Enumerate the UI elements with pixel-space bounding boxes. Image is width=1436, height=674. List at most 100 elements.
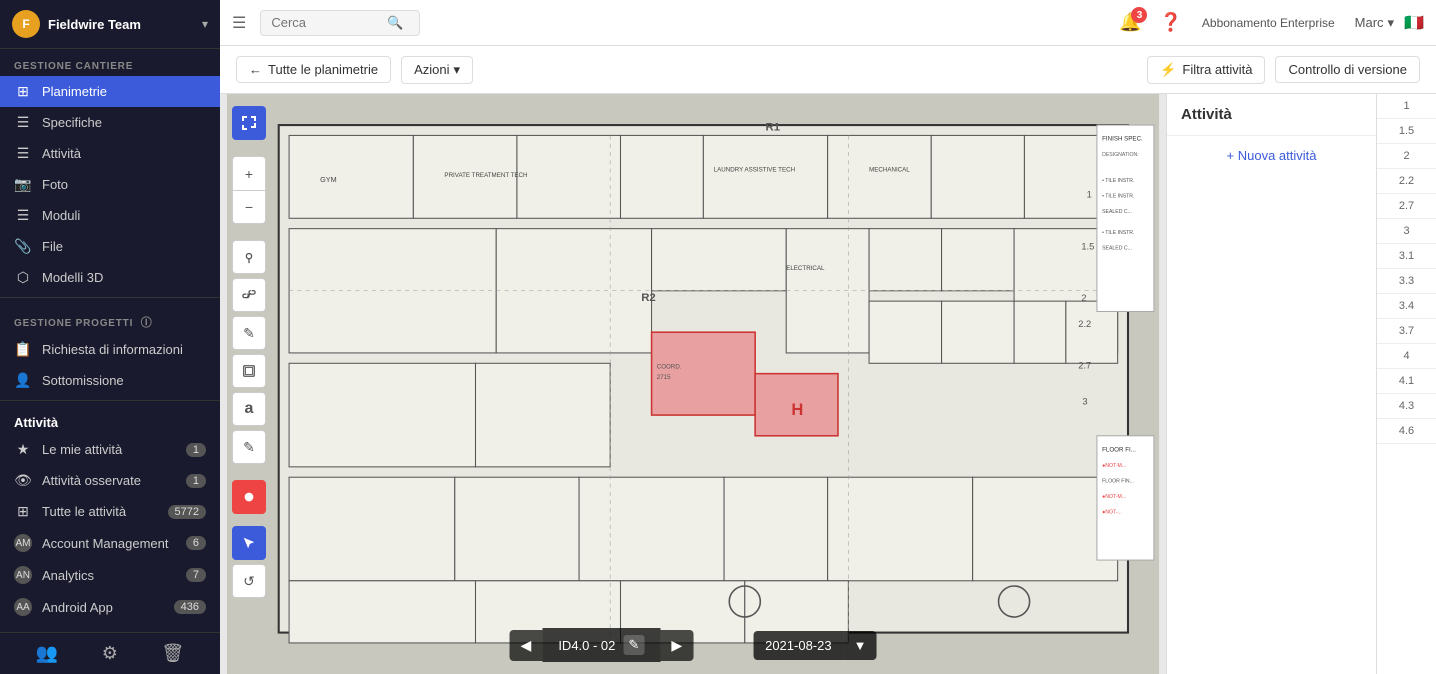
scale-item[interactable]: 2.2 [1377, 169, 1436, 194]
next-plan-button[interactable]: ▶ [660, 630, 693, 661]
eraser-tool[interactable]: ✎ [232, 430, 266, 464]
eye-icon: 👁 [14, 472, 32, 489]
am-icon: AM [14, 534, 32, 552]
version-button[interactable]: Controllo di versione [1275, 56, 1420, 83]
search-input[interactable] [271, 15, 381, 30]
zoom-out-button[interactable]: − [232, 190, 266, 224]
svg-text:SEALED C...: SEALED C... [1102, 209, 1132, 215]
sidebar-header[interactable]: F Fieldwire Team ▾ [0, 0, 220, 49]
scale-item[interactable]: 3 [1377, 219, 1436, 244]
edit-plan-icon[interactable]: ✎ [623, 635, 644, 655]
list-icon: ☰ [14, 114, 32, 131]
sidebar-item-moduli[interactable]: ☰ Moduli [0, 200, 220, 231]
settings-icon[interactable]: ⚙ [102, 643, 118, 664]
svg-text:R2: R2 [641, 292, 656, 304]
badge: 1 [186, 443, 206, 457]
filter-button[interactable]: ⚡ Filtra attività [1147, 56, 1265, 84]
sidebar-item-modelli3d[interactable]: ⬡ Modelli 3D [0, 262, 220, 293]
sidebar-item-file[interactable]: 📎 File [0, 231, 220, 262]
svg-text:GYM: GYM [320, 175, 337, 184]
pen-tool[interactable]: ✎ [232, 316, 266, 350]
sidebar-item-label: Android App [42, 600, 164, 615]
scale-item[interactable]: 2.7 [1377, 194, 1436, 219]
user-menu[interactable]: Marc ▾ [1355, 15, 1394, 31]
rotate-tool[interactable]: ↺ [232, 564, 266, 598]
modules-icon: ☰ [14, 207, 32, 224]
filter-icon: ⚡ [1160, 62, 1176, 78]
notification-button[interactable]: 🔔 3 [1119, 12, 1141, 33]
help-icon[interactable]: ❓ [1159, 12, 1181, 33]
select-tool[interactable] [232, 526, 266, 560]
svg-text:• TILE INSTR.: • TILE INSTR. [1102, 230, 1134, 236]
scale-item[interactable]: 4.3 [1377, 394, 1436, 419]
new-activity-button[interactable]: + Nuova attività [1167, 136, 1376, 175]
sidebar-item-label: Tutte le attività [42, 504, 158, 519]
svg-text:• TILE INSTR.: • TILE INSTR. [1102, 178, 1134, 184]
sidebar-item-planimetrie[interactable]: ⊞ Planimetrie [0, 76, 220, 107]
scale-item[interactable]: 3.1 [1377, 244, 1436, 269]
svg-text:• TILE INSTR.: • TILE INSTR. [1102, 194, 1134, 200]
scale-item[interactable]: 2 [1377, 144, 1436, 169]
zoom-in-button[interactable]: + [232, 156, 266, 190]
scale-item[interactable]: 3.7 [1377, 319, 1436, 344]
notification-badge: 3 [1131, 7, 1147, 23]
fullscreen-button[interactable] [232, 106, 266, 140]
svg-text:FINISH SPEC.: FINISH SPEC. [1102, 136, 1143, 143]
svg-text:2.7: 2.7 [1078, 360, 1091, 370]
scale-item[interactable]: 4.1 [1377, 369, 1436, 394]
scale-item[interactable]: 4 [1377, 344, 1436, 369]
aa-icon: AA [14, 598, 32, 616]
sidebar-item-attivita-osservate[interactable]: 👁 Attività osservate 1 [0, 465, 220, 496]
team-name: Fieldwire Team [48, 17, 194, 32]
blueprint-canvas[interactable]: GYM PRIVATE TREATMENT TECH LAUNDRY ASSIS… [220, 94, 1166, 674]
scale-panel: 11.522.22.733.13.33.43.744.14.34.6 [1376, 94, 1436, 674]
scale-item[interactable]: 1 [1377, 94, 1436, 119]
sidebar-item-label: Planimetrie [42, 84, 206, 99]
actions-chevron-icon: ▾ [454, 62, 461, 78]
file-icon: 📎 [14, 238, 32, 255]
svg-text:2: 2 [1081, 293, 1086, 303]
sidebar-item-le-mie-attivita[interactable]: ★ Le mie attività 1 [0, 434, 220, 465]
location-tool[interactable] [232, 240, 266, 274]
left-toolbar: + − ✎ a ✎ [232, 106, 266, 598]
actions-label: Azioni [414, 62, 449, 77]
hamburger-icon[interactable]: ☰ [232, 13, 246, 33]
stamp-tool[interactable] [232, 354, 266, 388]
sidebar-item-analytics[interactable]: AN Analytics 7 [0, 559, 220, 591]
text-tool[interactable]: a [232, 392, 266, 426]
svg-text:COORD.: COORD. [657, 363, 682, 370]
sidebar-item-specifiche[interactable]: ☰ Specifiche [0, 107, 220, 138]
sidebar-item-foto[interactable]: 📷 Foto [0, 169, 220, 200]
scale-item[interactable]: 4.6 [1377, 419, 1436, 444]
section-label-cantiere: GESTIONE CANTIERE [0, 49, 220, 76]
prev-plan-button[interactable]: ◀ [510, 630, 543, 661]
scale-item[interactable]: 1.5 [1377, 119, 1436, 144]
language-flag[interactable]: 🇮🇹 [1404, 13, 1424, 33]
scale-item[interactable]: 3.4 [1377, 294, 1436, 319]
sidebar-item-tutte-attivita[interactable]: ⊞ Tutte le attività 5772 [0, 496, 220, 527]
grid-icon: ⊞ [14, 503, 32, 520]
sidebar-item-label: Modelli 3D [42, 270, 206, 285]
sidebar-item-richiesta[interactable]: 📋 Richiesta di informazioni [0, 334, 220, 365]
sidebar-item-android-app[interactable]: AA Android App 436 [0, 591, 220, 623]
sidebar-item-attivita[interactable]: ☰ Attività [0, 138, 220, 169]
trash-icon[interactable]: 🗑 [161, 643, 184, 664]
filter-label: Filtra attività [1182, 62, 1252, 77]
actions-button[interactable]: Azioni ▾ [401, 56, 473, 84]
list-icon: ☰ [14, 145, 32, 162]
link-tool[interactable] [232, 278, 266, 312]
date-expand-button[interactable]: ▼ [844, 631, 877, 660]
record-button[interactable] [232, 480, 266, 514]
sidebar-item-account-management[interactable]: AM Account Management 6 [0, 527, 220, 559]
svg-text:ELECTRICAL: ELECTRICAL [786, 265, 825, 272]
svg-text:SEALED C...: SEALED C... [1102, 245, 1132, 251]
back-button[interactable]: ← Tutte le planimetrie [236, 56, 391, 83]
people-icon[interactable]: 👥 [36, 643, 58, 664]
scale-item[interactable]: 3.3 [1377, 269, 1436, 294]
sidebar-item-sottomissione[interactable]: 👤 Sottomissione [0, 365, 220, 396]
search-wrapper[interactable]: 🔍 [260, 10, 420, 36]
sidebar-item-label: Attività osservate [42, 473, 176, 488]
svg-text:3: 3 [1082, 397, 1087, 407]
grid-icon: ⊞ [14, 83, 32, 100]
sidebar-item-label: File [42, 239, 206, 254]
